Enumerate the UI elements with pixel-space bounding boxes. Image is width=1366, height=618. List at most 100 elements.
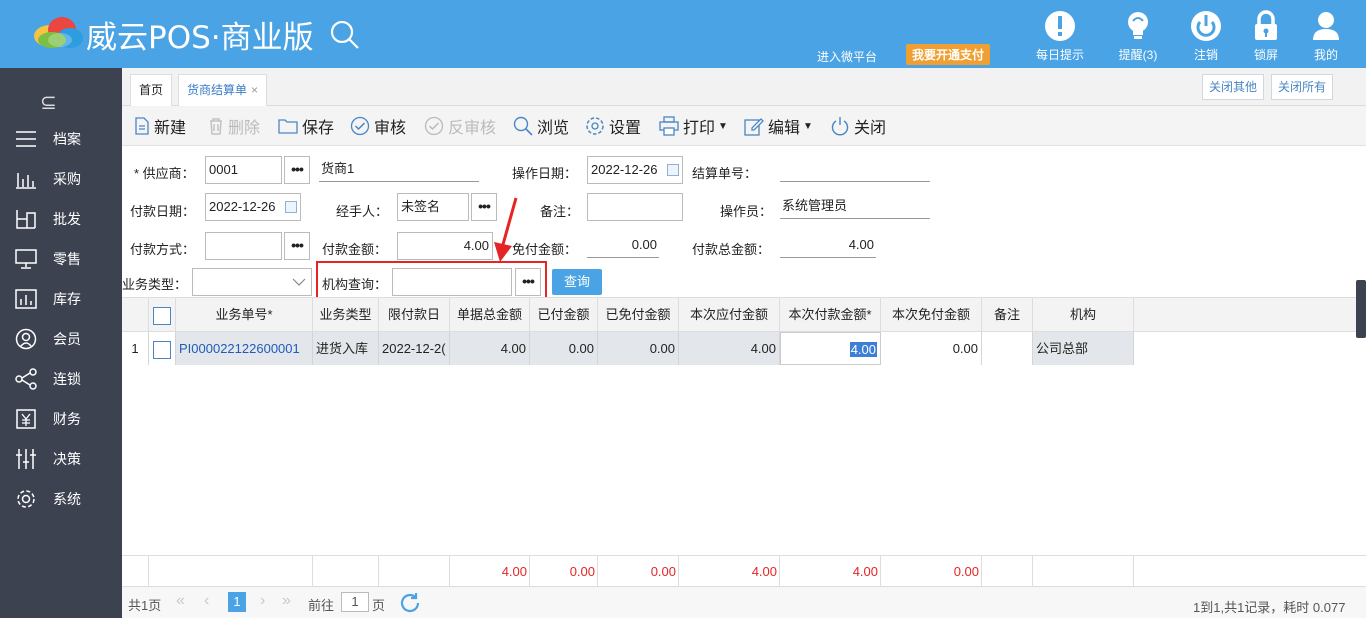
last-page-icon[interactable]: » (282, 592, 291, 610)
close-button[interactable]: 关闭 (830, 115, 886, 137)
search-icon[interactable] (328, 18, 362, 52)
edit-dropdown[interactable]: 编辑 ▼ (744, 115, 813, 137)
top-header: 威云POS·商业版 进入微平台 我要开通支付 每日提示 提醒(3) 注销 锁屏 … (0, 0, 1366, 68)
enable-payment-button[interactable]: 我要开通支付 (906, 44, 991, 65)
first-page-icon[interactable]: « (176, 592, 185, 610)
select-all-checkbox[interactable] (149, 298, 176, 332)
save-button[interactable]: 保存 (278, 115, 334, 137)
header-paid[interactable]: 已付金额 (530, 298, 598, 332)
header-doc-no[interactable]: 业务单号* (176, 298, 313, 332)
header-free-now[interactable]: 本次免付金额 (881, 298, 982, 332)
detail-grid: 业务单号* 业务类型 限付款日 单据总金额 已付金额 已免付金额 本次应付金额 … (122, 297, 1366, 555)
bar-chart-icon (14, 168, 38, 190)
lock-screen-button[interactable]: 锁屏 (1238, 10, 1294, 63)
row-checkbox[interactable] (149, 332, 176, 365)
my-account-button[interactable]: 我的 (1298, 10, 1354, 63)
sidebar-item-archive[interactable]: 档案 (14, 124, 122, 154)
sidebar-item-decision[interactable]: 决策 (14, 444, 122, 474)
lock-icon (1255, 10, 1277, 40)
goto-page-input[interactable]: 1 (341, 592, 369, 612)
chevron-down-icon[interactable] (292, 277, 306, 287)
delete-button[interactable]: 删除 (208, 115, 260, 137)
audit-button[interactable]: 审核 (350, 115, 406, 137)
sidebar-item-label: 采购 (53, 171, 81, 187)
row-pay-now-input[interactable]: 4.00 (780, 332, 881, 365)
next-page-icon[interactable]: › (260, 592, 265, 610)
pay-method-input[interactable] (205, 232, 282, 260)
operator-label: 操作员： (720, 204, 773, 219)
archive-icon (14, 128, 38, 150)
selected-pay-now-value: 4.00 (849, 342, 877, 357)
row-free-now[interactable]: 0.00 (881, 332, 982, 365)
sidebar-item-chain[interactable]: 连锁 (14, 364, 122, 394)
browse-button[interactable]: 浏览 (513, 115, 569, 137)
header-payable[interactable]: 本次应付金额 (679, 298, 780, 332)
record-summary: 1到1,共1记录，耗时 0.077 (1193, 600, 1346, 615)
calendar-icon[interactable] (285, 201, 297, 213)
sidebar-collapse-toggle[interactable]: ⊆ (40, 90, 57, 115)
settings-button[interactable]: 设置 (585, 115, 641, 137)
logout-button[interactable]: 注销 (1178, 10, 1234, 63)
org-picker-button[interactable]: ••• (515, 268, 541, 296)
tab-home[interactable]: 首页 (130, 74, 173, 106)
sidebar-item-system[interactable]: 系统 (14, 484, 122, 514)
sidebar-item-inventory[interactable]: 库存 (14, 284, 122, 314)
close-others-button[interactable]: 关闭其他 (1202, 74, 1265, 100)
remark-input[interactable] (587, 193, 683, 221)
tab-supplier-settlement[interactable]: 货商结算单 × (178, 74, 268, 106)
sidebar-item-wholesale[interactable]: 批发 (14, 204, 122, 234)
header-org[interactable]: 机构 (1033, 298, 1134, 332)
right-edge-handle[interactable] (1356, 280, 1366, 338)
row-remark[interactable] (982, 332, 1033, 365)
prev-page-icon[interactable]: ‹ (204, 592, 209, 610)
header-free-paid[interactable]: 已免付金额 (598, 298, 679, 332)
handler-input[interactable]: 未签名 (397, 193, 469, 221)
header-total[interactable]: 单据总金额 (450, 298, 530, 332)
wechat-platform-link[interactable]: 进入微平台 (817, 48, 877, 65)
header-due-date[interactable]: 限付款日 (379, 298, 450, 332)
tab-label: 货商结算单 (187, 83, 248, 97)
pay-amount-input[interactable]: 4.00 (397, 232, 493, 260)
refresh-icon[interactable] (398, 591, 422, 615)
supplier-picker-button[interactable]: ••• (284, 156, 310, 184)
daily-tips-button[interactable]: 每日提示 (1032, 10, 1088, 63)
print-dropdown[interactable]: 打印 ▼ (659, 115, 728, 137)
row-free-paid: 0.00 (598, 332, 679, 365)
calendar-icon[interactable] (667, 164, 679, 176)
org-query-input[interactable] (392, 268, 512, 296)
member-icon (14, 328, 38, 350)
pay-method-label: 付款方式： (130, 242, 196, 257)
tab-close-icon[interactable]: × (251, 83, 258, 97)
sidebar-item-purchase[interactable]: 采购 (14, 164, 122, 194)
header-type[interactable]: 业务类型 (313, 298, 379, 332)
query-button[interactable]: 查询 (552, 269, 603, 295)
sidebar-item-member[interactable]: 会员 (14, 324, 122, 354)
totals-cell-blank (1033, 556, 1134, 587)
share-icon (14, 368, 38, 390)
close-all-button[interactable]: 关闭所有 (1271, 74, 1334, 100)
red-arrow-icon (494, 197, 518, 262)
pager: 共1页 « ‹ 1 › » 前往 1 页 1到1,共1记录，耗时 0.077 (122, 587, 1366, 618)
free-amount-field: 0.00 (587, 234, 659, 258)
sidebar-item-retail[interactable]: 零售 (14, 244, 122, 274)
row-doc-no[interactable]: PI000022122600001 (176, 332, 313, 365)
supplier-code-input[interactable]: 0001 (205, 156, 282, 184)
remark-label: 备注： (540, 204, 580, 219)
totals-cell-blank (149, 556, 313, 587)
unaudit-button[interactable]: 反审核 (424, 115, 496, 137)
header-pay-now[interactable]: 本次付款金额* (780, 298, 881, 332)
table-row[interactable]: 1 PI000022122600001 进货入库 2022-12-2( 4.00… (122, 332, 1134, 365)
current-page-button[interactable]: 1 (228, 592, 246, 612)
sidebar-item-finance[interactable]: 财务 (14, 404, 122, 434)
daily-tips-label: 每日提示 (1035, 48, 1084, 62)
reminder-button[interactable]: 提醒(3) (1110, 10, 1166, 63)
grid-header: 业务单号* 业务类型 限付款日 单据总金额 已付金额 已免付金额 本次应付金额 … (122, 298, 1366, 332)
totals-pay-now: 4.00 (780, 556, 881, 587)
pay-method-picker-button[interactable]: ••• (284, 232, 310, 260)
brand-title: 威云POS·商业版 (86, 20, 314, 56)
totals-paid: 0.00 (530, 556, 598, 587)
pay-amount-label: 付款金额： (322, 242, 388, 257)
tab-bar: 首页 货商结算单 × 关闭其他 关闭所有 (122, 68, 1366, 106)
new-button[interactable]: 新建 (134, 115, 186, 137)
header-remark[interactable]: 备注 (982, 298, 1033, 332)
